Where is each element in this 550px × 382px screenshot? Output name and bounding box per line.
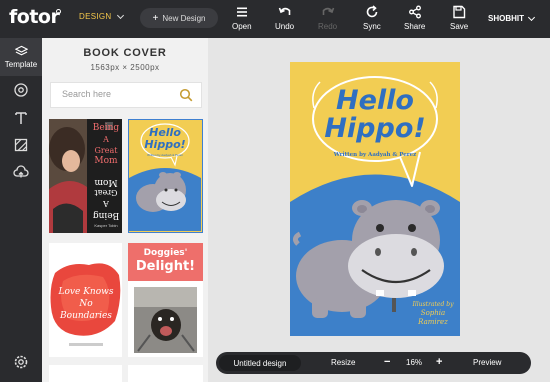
mom-author: Kasper Tobin: [94, 223, 118, 228]
undo-label: Undo: [275, 22, 295, 31]
chevron-down-icon: [527, 13, 536, 21]
top-bar: fotor DESIGN + New Design Open Undo Redo…: [0, 0, 550, 38]
menu-icon: [236, 7, 247, 17]
fotor-logo[interactable]: fotor: [9, 6, 60, 28]
search-box: [50, 82, 202, 108]
mom-mirror-line1: Being: [92, 210, 120, 220]
template-thumbnail-partial[interactable]: [49, 365, 122, 382]
open-label: Open: [232, 22, 252, 31]
mom-line1: Being: [92, 123, 120, 133]
hippo-thumb-line2: Hippo!: [144, 138, 186, 151]
cover-byline[interactable]: Written by Aadyah & Perez: [290, 152, 460, 158]
template-panel: BOOK COVER 1563px × 2500px Being A Great…: [42, 38, 208, 382]
canvas-area[interactable]: Hello Hippo! Written by Aadyah & Perez I…: [208, 38, 550, 382]
sync-label: Sync: [363, 22, 381, 31]
sync-button[interactable]: Sync: [363, 5, 381, 31]
preview-button[interactable]: Preview: [473, 358, 501, 367]
zoom-in-button[interactable]: +: [436, 356, 442, 368]
background-icon[interactable]: [13, 137, 29, 153]
mom-mirror-line3: Mom: [94, 177, 118, 187]
share-button[interactable]: Share: [404, 5, 425, 31]
circle-icon[interactable]: [13, 82, 29, 98]
file-name-label: Untitled design: [233, 358, 287, 368]
redo-button[interactable]: Redo: [318, 5, 337, 31]
panel-size: 1563px × 2500px: [90, 63, 160, 72]
mom-line3: Mom: [94, 156, 118, 166]
search-icon[interactable]: [179, 88, 193, 102]
chevron-down-icon: [117, 11, 125, 19]
save-button[interactable]: Save: [450, 5, 468, 31]
rail-template-label: Template: [4, 60, 38, 69]
doggies-line2: Delight!: [135, 259, 196, 274]
cover-illustrated-label[interactable]: Illustrated by: [408, 300, 458, 309]
zoom-level: 16%: [406, 358, 423, 367]
new-design-label: New Design: [162, 13, 206, 23]
template-thumbnail-hippo[interactable]: Hello Hippo! Written by Aadyah & Perez: [128, 119, 203, 233]
cover-illustrator[interactable]: Sophia Ramirez: [408, 309, 458, 327]
share-label: Share: [404, 22, 426, 31]
template-thumbnail-love[interactable]: Love Knows No Boundaries: [49, 243, 122, 357]
love-line1: Love Knows: [58, 287, 114, 297]
design-menu[interactable]: DESIGN: [79, 11, 125, 21]
zoom-out-button[interactable]: −: [384, 356, 390, 368]
open-button[interactable]: Open: [232, 5, 252, 31]
redo-icon: [322, 7, 334, 15]
plus-icon: +: [152, 12, 159, 24]
sync-icon: [366, 5, 378, 18]
resize-button[interactable]: Resize: [331, 358, 355, 367]
book-cover-canvas[interactable]: Hello Hippo! Written by Aadyah & Perez I…: [290, 62, 460, 336]
template-thumbnail-partial[interactable]: [128, 365, 203, 382]
save-label: Save: [450, 22, 469, 31]
cloud-upload-icon[interactable]: [13, 164, 29, 180]
undo-icon: [278, 7, 290, 15]
cover-title-line2[interactable]: Hippo!: [290, 115, 460, 143]
file-name-field[interactable]: Untitled design: [219, 355, 301, 371]
left-rail: Template: [0, 38, 42, 382]
save-icon: [453, 5, 466, 19]
undo-button[interactable]: Undo: [275, 5, 294, 31]
registered-mark-icon: [56, 9, 61, 14]
love-line2: No Boundaries: [60, 299, 112, 321]
settings-icon[interactable]: [13, 354, 29, 370]
cover-title-line1[interactable]: Hello: [290, 87, 460, 115]
user-name: SHOBHIT: [488, 14, 524, 23]
share-icon: [408, 5, 421, 19]
fotor-editor: fotor DESIGN + New Design Open Undo Redo…: [0, 0, 550, 382]
panel-title: BOOK COVER: [83, 47, 167, 59]
mom-line2: A Great: [94, 135, 118, 155]
bottom-toolbar: Untitled design Resize − 16% + Preview: [216, 352, 531, 374]
rail-item-template[interactable]: Template: [0, 38, 42, 76]
redo-label: Redo: [318, 22, 338, 31]
mom-mirror-line2: A Great: [94, 188, 118, 208]
text-icon[interactable]: [13, 110, 29, 126]
hippo-thumb-author: Written by Aadyah & Perez: [147, 153, 183, 157]
layers-icon: [14, 45, 28, 56]
user-menu[interactable]: SHOBHIT: [488, 13, 536, 23]
template-thumbnail-doggies[interactable]: Doggies' Delight!: [128, 243, 203, 357]
design-menu-label: DESIGN: [79, 12, 112, 21]
template-thumbnail-mom[interactable]: Being A Great Mom Being A Great Mom Kasp…: [49, 119, 122, 233]
doggies-line1: Doggies': [143, 248, 188, 258]
new-design-button[interactable]: + New Design: [140, 8, 218, 28]
search-input[interactable]: [62, 89, 172, 99]
